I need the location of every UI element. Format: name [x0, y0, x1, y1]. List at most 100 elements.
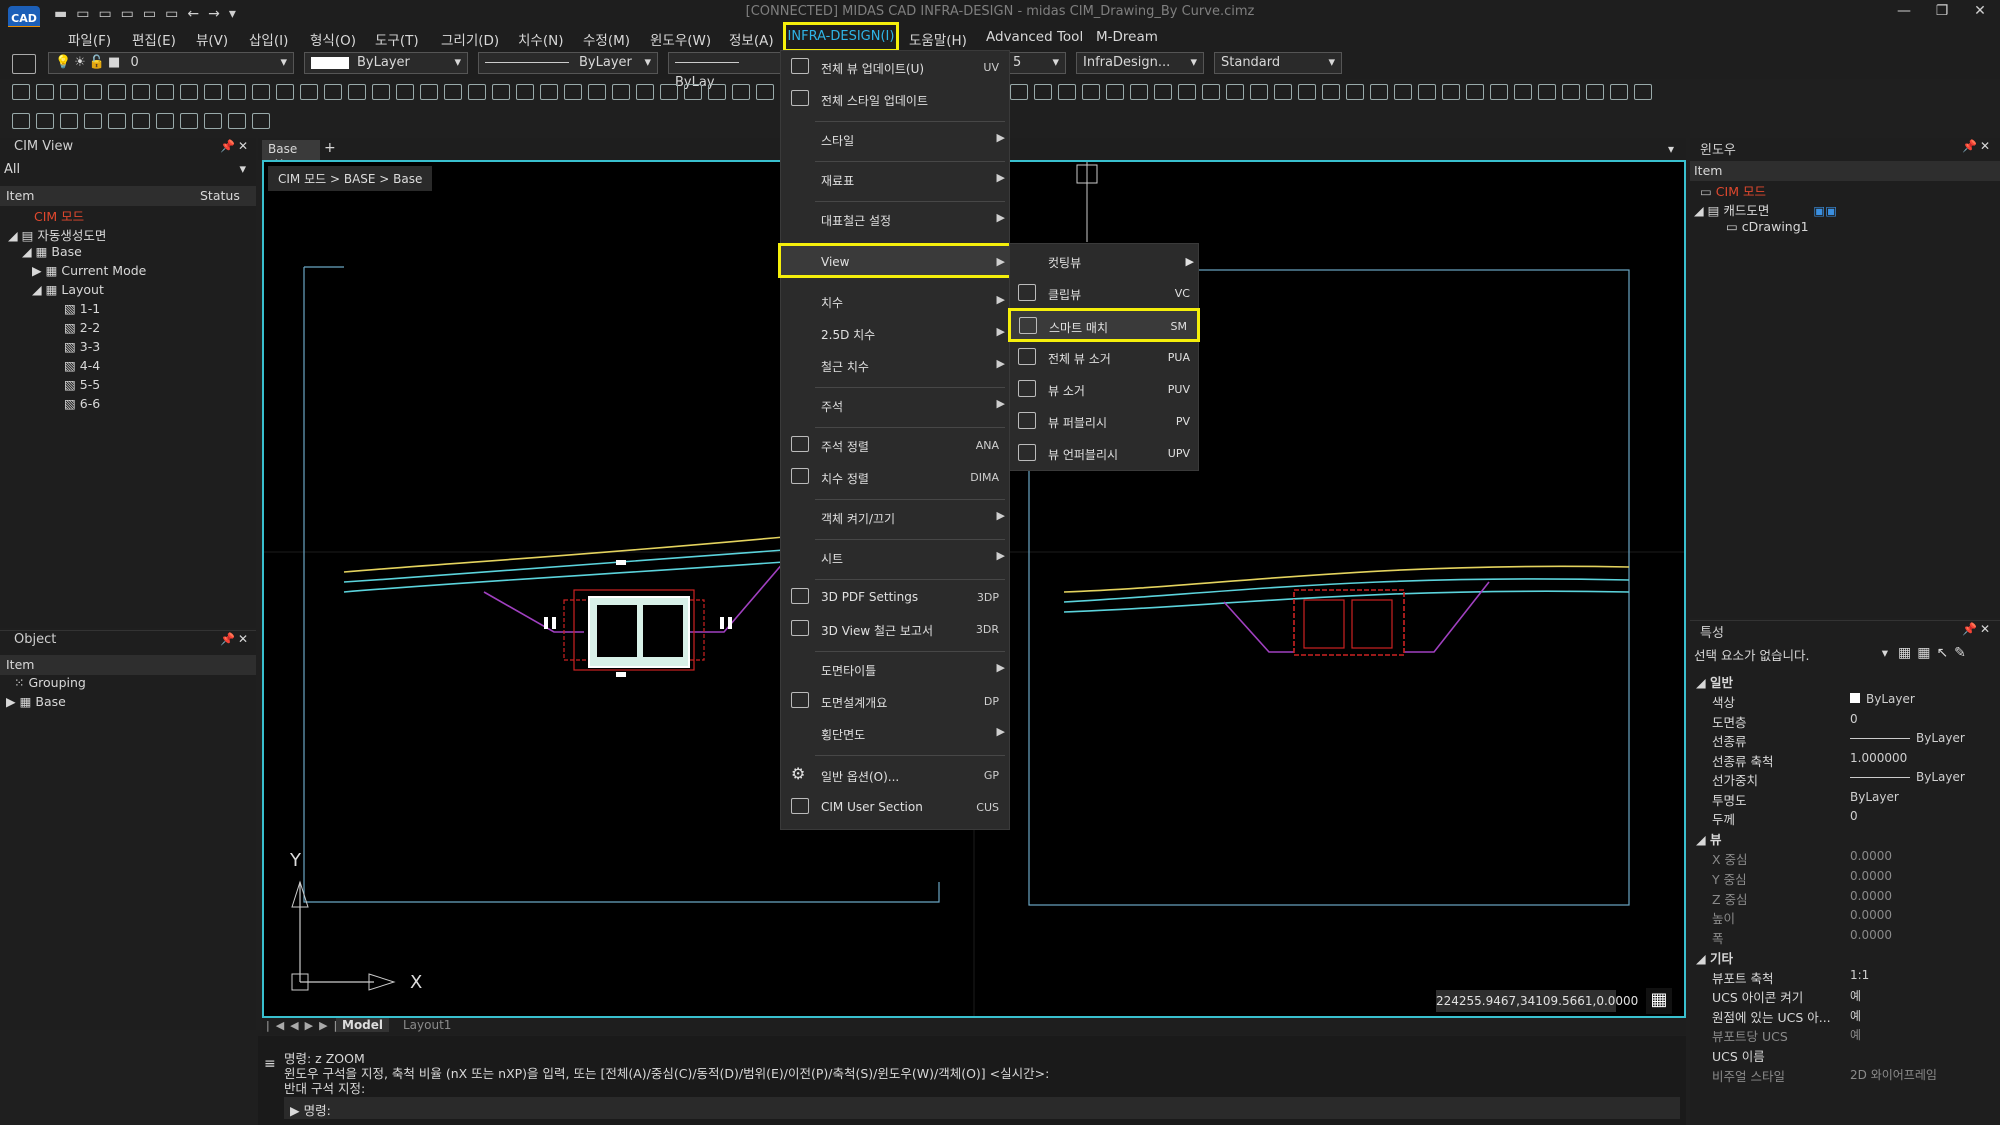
close-panel-icon[interactable]: ✕ [1980, 622, 1990, 636]
menu-item-dimension[interactable]: 치수 ▶ [781, 287, 1011, 315]
tree-object-base[interactable]: ▶ ▦ Base [6, 694, 66, 709]
tree-cdrawing1[interactable]: ▭ cDrawing1 [1726, 219, 1809, 234]
close-panel-icon[interactable]: ✕ [1980, 139, 1990, 153]
submenu-item-cutting-view[interactable]: 컷팅뷰 ▶ [1010, 246, 1200, 276]
textstyle-combo[interactable]: Standard ▾ [1214, 52, 1342, 74]
menu-item-object-onoff[interactable]: 객체 켜기/끄기 ▶ [781, 503, 1011, 531]
menu-item-general-options[interactable]: ⚙ 일반 옵션(O)... GP [781, 761, 1011, 789]
tab-list-icon[interactable]: ▾ [1668, 142, 1674, 156]
tab-layout1[interactable]: Layout1 [403, 1018, 451, 1032]
prop-value[interactable]: ByLayer [1850, 692, 1915, 706]
prop-value[interactable]: ByLayer [1850, 790, 1899, 804]
add-tab-button[interactable]: + [324, 140, 336, 156]
tree-section[interactable]: ▧ 4-4 [64, 358, 100, 373]
submenu-item-purge-view[interactable]: 뷰 소거 PUV [1010, 374, 1200, 404]
prop-value[interactable]: 0 [1850, 809, 1858, 823]
menu-m-dream[interactable]: M-Dream [1096, 29, 1158, 45]
menu-view[interactable]: 뷰(V) [196, 29, 228, 49]
menu-item-update-all-styles[interactable]: 전체 스타일 업데이트 [781, 85, 1011, 113]
menu-modify[interactable]: 수정(M) [583, 29, 630, 49]
menu-tools[interactable]: 도구(T) [375, 29, 419, 49]
pin-icon[interactable]: 📌 [1962, 622, 1977, 636]
tree-base[interactable]: ◢ ▦ Base [22, 244, 82, 259]
menu-item-2-5d-dimension[interactable]: 2.5D 치수 ▶ [781, 319, 1011, 347]
tab-nav-arrows[interactable]: |◀◀▶▶| [266, 1019, 343, 1032]
submenu-item-smart-match[interactable]: 스마트 매치 SM [1008, 308, 1200, 342]
minimize-icon[interactable]: — [1886, 3, 1922, 25]
menu-file[interactable]: 파일(F) [68, 29, 111, 49]
menu-edit[interactable]: 편집(E) [132, 29, 176, 49]
tree-section[interactable]: ▧ 1-1 [64, 301, 100, 316]
tree-current-mode[interactable]: ▶ ▦ Current Mode [32, 263, 146, 278]
layer-combo[interactable]: 💡☀🔓■ 0 ▾ [48, 52, 294, 74]
view-toggle-icon[interactable]: ▣▣ [1813, 203, 1837, 218]
menu-item-3d-view-rebar-report[interactable]: 3D View 철근 보고서 3DR [781, 615, 1011, 643]
menu-item-rebar-setting[interactable]: 대표철근 설정 ▶ [781, 205, 1011, 233]
dimstyle-combo[interactable]: InfraDesign... ▾ [1076, 52, 1204, 74]
menu-insert[interactable]: 삽입(I) [249, 29, 288, 49]
menu-infra-design[interactable]: INFRA-DESIGN(I) [783, 22, 899, 52]
modify-toolbar[interactable] [12, 84, 782, 106]
submenu-item-purge-all-views[interactable]: 전체 뷰 소거 PUA [1010, 342, 1200, 372]
prop-value[interactable]: 예 [1850, 987, 1861, 1004]
menu-item-material-table[interactable]: 재료표 ▶ [781, 165, 1011, 193]
lineweight-combo[interactable]: ByLay [668, 52, 784, 90]
menu-info[interactable]: 정보(A) [729, 29, 774, 49]
color-combo[interactable]: ByLayer ▾ [304, 52, 468, 74]
prop-value[interactable]: ByLayer [1850, 731, 1965, 745]
layer-manager-icon[interactable] [12, 54, 36, 74]
tree-section[interactable]: ▧ 6-6 [64, 396, 100, 411]
menu-format[interactable]: 형식(O) [310, 29, 356, 49]
quick-select-icon[interactable]: ▦▦↖✎ [1898, 645, 1972, 661]
submenu-item-unpublish-view[interactable]: 뷰 언퍼블리시 UPV [1010, 438, 1200, 468]
menu-icon[interactable]: ≡ [264, 1056, 276, 1072]
group-general[interactable]: ◢ 일반 [1696, 672, 1733, 691]
close-icon[interactable]: ✕ [1962, 3, 1998, 25]
restore-icon[interactable]: ❐ [1924, 3, 1960, 25]
menu-item-update-all-views[interactable]: 전체 뷰 업데이트(U) UV [781, 53, 1011, 81]
menu-item-annotation-align[interactable]: 주석 정렬 ANA [781, 431, 1011, 459]
cim-filter-select[interactable]: All ▾ [4, 162, 252, 182]
pin-icon[interactable]: 📌 [220, 632, 235, 646]
prop-value[interactable]: ByLayer [1850, 770, 1965, 784]
menu-item-cross-section[interactable]: 횡단면도 ▶ [781, 719, 1011, 747]
prop-value[interactable]: 1:1 [1850, 968, 1869, 982]
dimstyle-partial[interactable]: 5 ▾ [1006, 52, 1066, 74]
group-view[interactable]: ◢ 뷰 [1696, 829, 1721, 848]
tree-layout[interactable]: ◢ ▦ Layout [32, 282, 104, 297]
menu-item-3d-pdf-settings[interactable]: 3D PDF Settings 3DP [781, 583, 1011, 611]
menu-item-sheet[interactable]: 시트 ▶ [781, 543, 1011, 571]
draw-toolbar[interactable] [12, 113, 292, 135]
menu-item-rebar-dimension[interactable]: 철근 치수 ▶ [781, 351, 1011, 379]
tree-auto-drawing[interactable]: ◢ ▤ 자동생성도면 [8, 225, 106, 244]
tree-section[interactable]: ▧ 5-5 [64, 377, 100, 392]
infra-toolbar[interactable] [1010, 84, 1690, 106]
submenu-item-clip-view[interactable]: 클립뷰 VC [1010, 278, 1200, 308]
tree-grouping[interactable]: ⁙ Grouping [14, 675, 86, 690]
tree-section[interactable]: ▧ 3-3 [64, 339, 100, 354]
menu-advanced-tool[interactable]: Advanced Tool [986, 29, 1083, 45]
close-panel-icon[interactable]: ✕ [238, 139, 248, 153]
menu-window[interactable]: 윈도우(W) [650, 29, 711, 49]
menu-item-drawing-title[interactable]: 도면타이틀 ▶ [781, 655, 1011, 683]
prop-value[interactable]: 예 [1850, 1007, 1861, 1024]
prop-value[interactable]: 1.000000 [1850, 751, 1907, 765]
tree-cad-drawing[interactable]: ◢ ▤ 캐드도면 ▣▣ [1694, 200, 1837, 219]
command-input[interactable]: ▶ 명령: [284, 1097, 1680, 1119]
menu-item-cim-user-section[interactable]: CIM User Section CUS [781, 793, 1011, 821]
grid-icon[interactable]: ▦ [1646, 988, 1672, 1014]
pin-icon[interactable]: 📌 [1962, 139, 1977, 153]
submenu-item-publish-view[interactable]: 뷰 퍼블리시 PV [1010, 406, 1200, 436]
selection-select[interactable]: 선택 요소가 없습니다. ▾ [1692, 645, 1888, 665]
menu-help[interactable]: 도움말(H) [909, 29, 967, 49]
linetype-combo[interactable]: ByLayer ▾ [478, 52, 658, 74]
close-panel-icon[interactable]: ✕ [238, 632, 248, 646]
menu-item-design-overview[interactable]: 도면설계개요 DP [781, 687, 1011, 715]
menu-item-view[interactable]: View ▶ [778, 243, 1014, 278]
tab-model[interactable]: Model [336, 1018, 390, 1032]
menu-item-annotation[interactable]: 주석 ▶ [781, 391, 1011, 419]
menu-draw[interactable]: 그리기(D) [441, 29, 499, 49]
group-misc[interactable]: ◢ 기타 [1696, 948, 1733, 967]
tab-base[interactable]: Base ✕ [262, 140, 320, 170]
tree-cim-mode[interactable]: CIM 모드 [34, 206, 84, 225]
